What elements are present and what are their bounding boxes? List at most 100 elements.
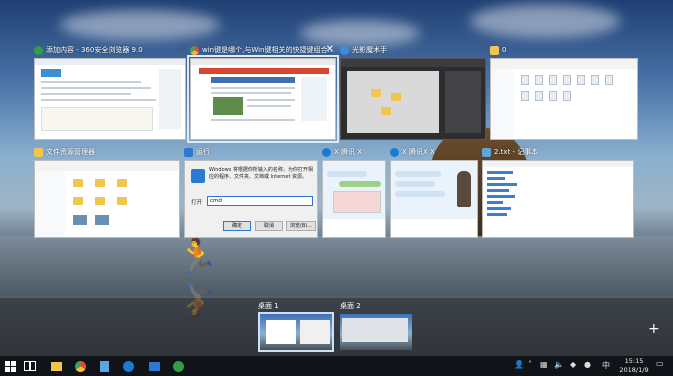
notepad-taskbar-icon[interactable] — [96, 358, 112, 374]
notepad-icon — [482, 147, 491, 157]
desktop-2-thumbnail[interactable] — [340, 314, 412, 350]
selected-text — [487, 171, 513, 174]
task-view-window-3[interactable]: 光影魔术手 — [340, 44, 486, 140]
site-header — [199, 68, 329, 74]
cloud — [470, 4, 620, 38]
window-title-bar: 运行 — [184, 146, 318, 158]
tray-network-icon[interactable]: ▦ — [540, 360, 548, 369]
file-explorer-taskbar-icon[interactable] — [48, 358, 64, 374]
task-view-window-4[interactable]: 0 — [490, 44, 638, 140]
run-input[interactable]: cmd — [207, 196, 313, 206]
window-title: 运行 — [196, 148, 210, 156]
folder-icon — [117, 179, 127, 187]
sidebar — [301, 77, 327, 121]
selected-text — [487, 177, 505, 180]
tray-volume-icon[interactable]: 🔈 — [554, 360, 564, 369]
desktop-1-label: 桌面 1 — [258, 302, 279, 310]
tray-app-icon[interactable]: ◆ — [570, 360, 576, 369]
task-view-window-7[interactable]: X 腾讯 X — [322, 146, 386, 238]
window-thumbnail — [490, 58, 638, 140]
mini-window — [266, 320, 296, 344]
chat-bubble — [327, 171, 367, 177]
file-icon — [577, 75, 585, 85]
mini-window — [300, 320, 330, 344]
window-thumbnail — [34, 160, 180, 238]
clock-date: 2018/1/9 — [619, 366, 649, 374]
task-view-window-1[interactable]: 添加内容 - 360安全浏览器 9.0 — [34, 44, 186, 140]
properties-panel — [445, 71, 481, 133]
task-view-window-5[interactable]: 文件资源管理器 — [34, 146, 180, 238]
desktop-1-thumbnail[interactable] — [258, 312, 334, 352]
tray-qq-icon[interactable]: ● — [584, 360, 591, 369]
folder-icon — [371, 89, 381, 97]
tray-chevron-up-icon[interactable]: ˄ — [528, 360, 532, 369]
window-title-bar: 0 — [490, 44, 638, 56]
window-title: X 腾讯 X — [334, 148, 363, 156]
taskbar: 👤 ˄ ▦ 🔈 ◆ ● 中 15:15 2018/1/9 ▭ — [0, 356, 673, 376]
file-icon — [563, 75, 571, 85]
task-view-window-6[interactable]: 运行 Windows 将根据你所输入的名称，为你打开相应的程序、文件夹、文档或 … — [184, 146, 318, 238]
window-title-bar: 添加内容 - 360安全浏览器 9.0 — [34, 44, 186, 56]
message-input[interactable] — [391, 219, 477, 237]
canvas — [347, 71, 439, 133]
selected-text — [487, 207, 511, 210]
file-explorer-icon — [34, 147, 43, 157]
toolbar — [341, 59, 485, 67]
selected-text — [487, 195, 515, 198]
chrome-icon — [190, 45, 199, 55]
qq-taskbar-icon[interactable] — [120, 358, 136, 374]
runner-silhouette: 🏃 — [176, 237, 219, 277]
browser-toolbar — [191, 59, 335, 65]
text-line — [247, 99, 295, 101]
window-title-bar: win键是哪个,与Win键相关的快捷键组合... ✕ — [190, 44, 336, 56]
folder-icon — [117, 197, 127, 205]
menu-bar — [483, 161, 633, 167]
task-view-window-2[interactable]: win键是哪个,与Win键相关的快捷键组合... ✕ — [187, 44, 339, 143]
chat-bubble — [395, 181, 435, 187]
photo-editor-icon — [340, 45, 349, 55]
close-icon[interactable]: ✕ — [326, 44, 334, 56]
text-line — [247, 105, 291, 107]
file-icon — [591, 75, 599, 85]
window-title-bar: 文件资源管理器 — [34, 146, 180, 158]
chrome-taskbar-icon[interactable] — [72, 358, 88, 374]
window-thumbnail — [482, 160, 634, 238]
folder-icon — [391, 93, 401, 101]
window-thumbnail — [340, 58, 486, 140]
task-view-window-9[interactable]: 2.txt - 记事本 — [482, 146, 634, 238]
tray-person-icon[interactable]: 👤 — [514, 360, 524, 369]
360-browser-taskbar-icon[interactable] — [170, 358, 186, 374]
text-line — [211, 87, 295, 89]
side-panel — [159, 69, 181, 129]
action-center-icon[interactable]: ▭ — [656, 359, 664, 368]
360-browser-icon — [34, 45, 43, 55]
drive-icon — [95, 215, 109, 225]
window-title-bar: 光影魔术手 — [340, 44, 486, 56]
cancel-button[interactable]: 取消 — [255, 221, 283, 231]
chat-bubble — [395, 191, 445, 197]
mini-window — [342, 318, 408, 342]
text-line — [41, 81, 141, 83]
task-view-window-8[interactable]: X 腾讯X X — [390, 146, 478, 238]
open-label: 打开 — [191, 200, 203, 206]
clock[interactable]: 15:15 2018/1/9 — [616, 357, 652, 375]
ok-button[interactable]: 确定 — [223, 221, 251, 231]
new-desktop-button[interactable]: + — [648, 322, 660, 336]
run-description: Windows 将根据你所输入的名称，为你打开相应的程序、文件夹、文档或 Int… — [209, 167, 313, 180]
window-title-bar: X 腾讯 X — [322, 146, 386, 158]
task-view-icon[interactable] — [22, 358, 38, 374]
ribbon — [35, 161, 179, 171]
desktop-2-label: 桌面 2 — [340, 302, 361, 310]
message-input[interactable] — [323, 219, 385, 237]
run-taskbar-icon[interactable] — [146, 358, 162, 374]
contact-avatar — [457, 171, 471, 207]
browse-button[interactable]: 浏览(B)... — [286, 221, 316, 231]
ime-indicator[interactable]: 中 — [602, 360, 610, 371]
file-icon — [521, 91, 529, 101]
window-thumbnail — [322, 160, 386, 238]
qq-icon — [322, 147, 331, 157]
file-icon — [535, 75, 543, 85]
folder-icon — [73, 197, 83, 205]
windows-start-icon[interactable] — [2, 358, 18, 374]
window-thumbnail — [390, 160, 478, 238]
